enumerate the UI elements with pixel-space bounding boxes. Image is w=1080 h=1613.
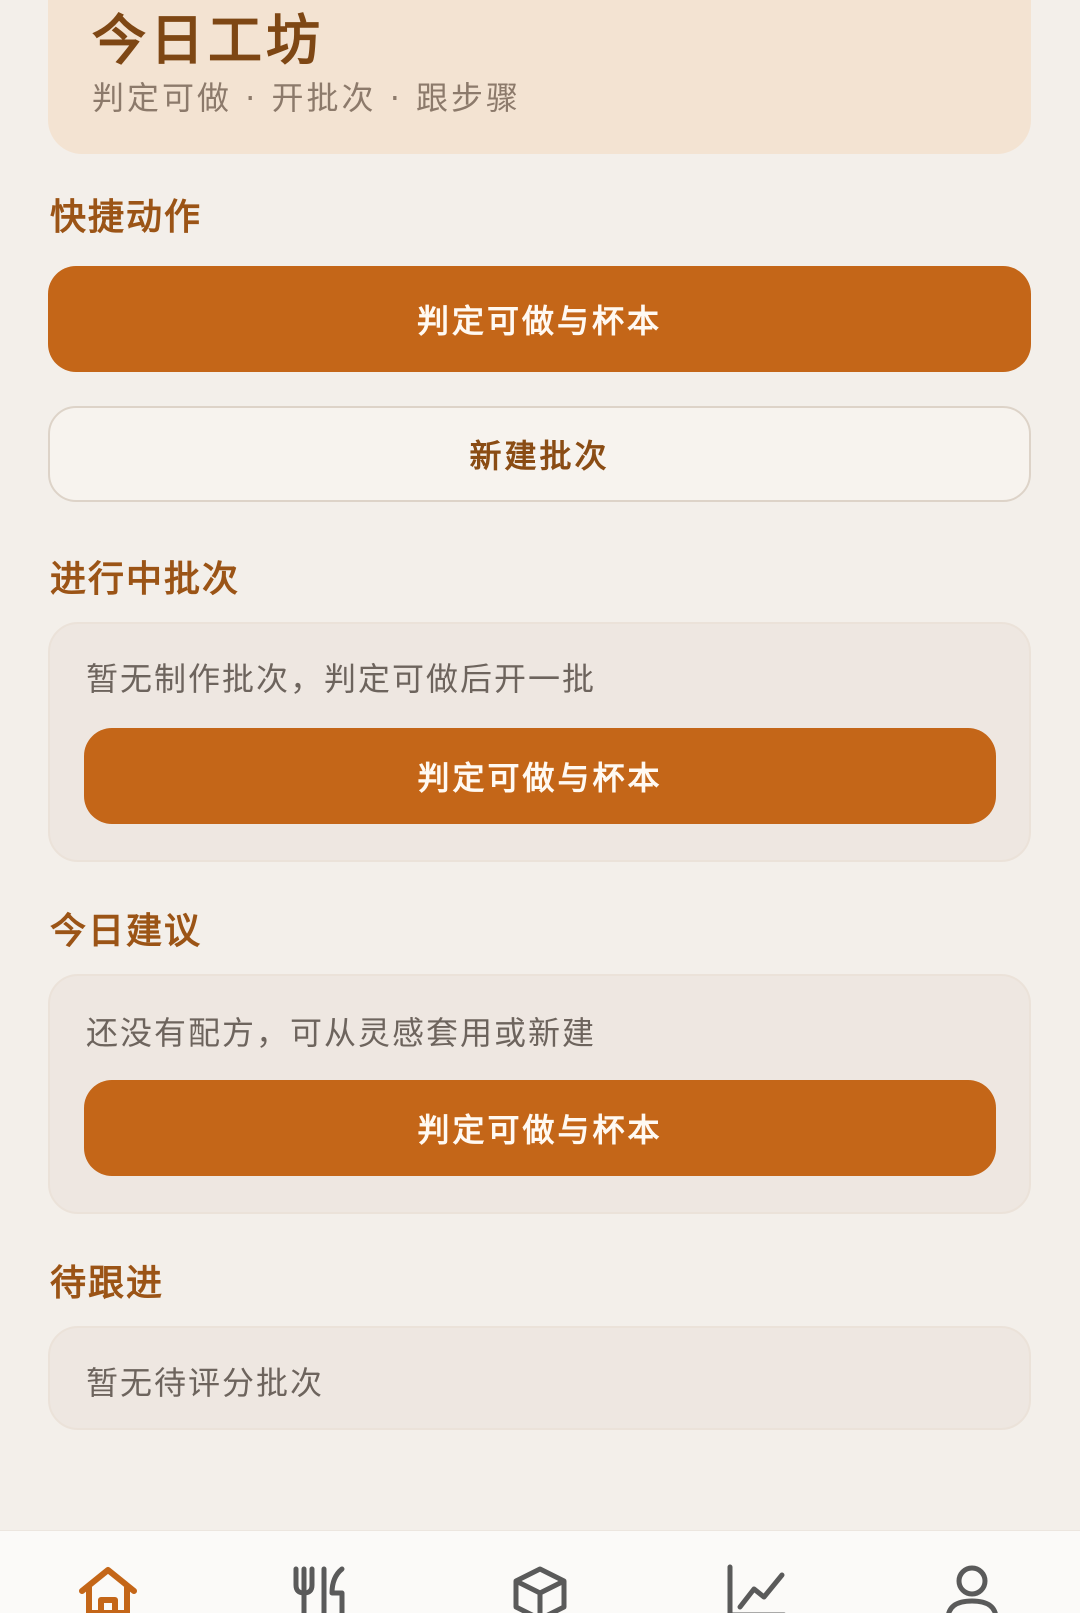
judge-feasible-cost-button[interactable]: 判定可做与杯本 [48, 266, 1031, 372]
suggestions-card: 还没有配方，可从灵感套用或新建 判定可做与杯本 [48, 974, 1031, 1214]
suggestions-judge-button[interactable]: 判定可做与杯本 [84, 1080, 996, 1176]
follow-up-empty-text: 暂无待评分批次 [86, 1364, 325, 1402]
follow-up-title: 待跟进 [50, 1263, 165, 1304]
quick-actions-title: 快捷动作 [50, 197, 203, 238]
home-icon[interactable] [76, 1563, 140, 1613]
in-progress-judge-button[interactable]: 判定可做与杯本 [84, 728, 996, 824]
bottom-tab-bar [0, 1530, 1080, 1613]
chart-line-icon[interactable] [724, 1563, 788, 1613]
page-subtitle: 判定可做 · 开批次 · 跟步骤 [92, 79, 522, 117]
in-progress-card: 暂无制作批次，判定可做后开一批 判定可做与杯本 [48, 622, 1031, 862]
utensils-icon[interactable] [290, 1563, 354, 1613]
in-progress-empty-text: 暂无制作批次，判定可做后开一批 [86, 660, 597, 698]
user-icon[interactable] [940, 1563, 1004, 1613]
hero-banner: 今日工坊 判定可做 · 开批次 · 跟步骤 [48, 0, 1031, 154]
suggestions-empty-text: 还没有配方，可从灵感套用或新建 [86, 1014, 597, 1052]
follow-up-card: 暂无待评分批次 [48, 1326, 1031, 1430]
page-title: 今日工坊 [92, 9, 324, 72]
box-icon[interactable] [508, 1563, 572, 1613]
in-progress-title: 进行中批次 [50, 559, 241, 600]
new-batch-button[interactable]: 新建批次 [48, 406, 1031, 502]
suggestions-title: 今日建议 [50, 911, 203, 952]
workshop-home-screen: 今日工坊 判定可做 · 开批次 · 跟步骤 快捷动作 判定可做与杯本 新建批次 … [0, 0, 1080, 1613]
